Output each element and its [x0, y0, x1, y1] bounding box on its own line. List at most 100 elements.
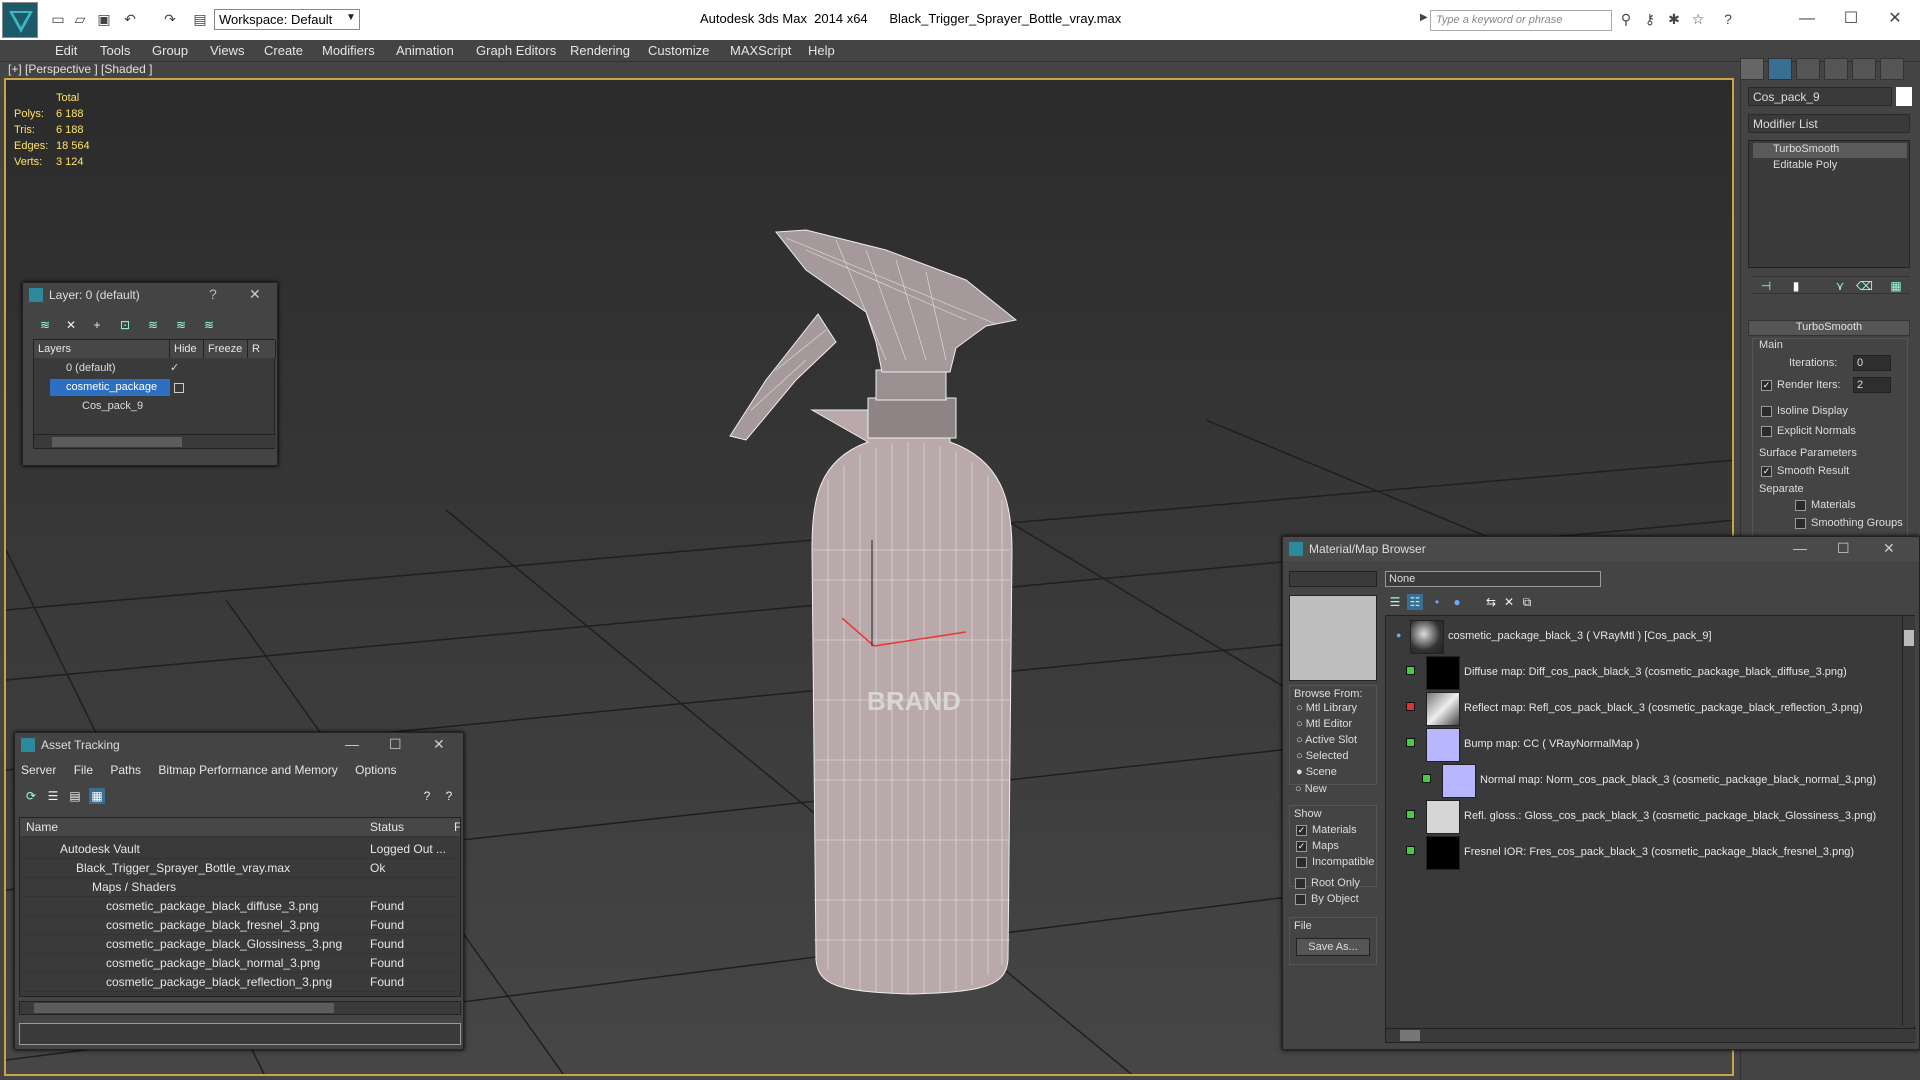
table-row[interactable]: cosmetic_package_black_diffuse_3.png Foun…	[20, 897, 460, 916]
maximize-button[interactable]: ☐	[389, 736, 402, 753]
render-iters-checkbox[interactable]: ✓ Render Iters:	[1761, 379, 1841, 391]
radio-active-slot[interactable]: ○ Active Slot	[1296, 734, 1357, 746]
list-view-icon[interactable]: ☰	[45, 788, 61, 804]
layer-row[interactable]: cosmetic_package	[34, 379, 276, 397]
show-materials-checkbox[interactable]: ✓ Materials	[1296, 824, 1357, 836]
horizontal-scrollbar[interactable]	[34, 434, 276, 448]
tree-item-map[interactable]: Reflect map: Refl_cos_pack_black_3 (cosm…	[1406, 692, 1906, 728]
new-layer-icon[interactable]: ≋	[37, 317, 53, 333]
close-button[interactable]: ✕	[1883, 540, 1895, 557]
show-incompatible-checkbox[interactable]: Incompatible	[1296, 856, 1374, 868]
minimize-button[interactable]: —	[1792, 8, 1822, 30]
col-freeze[interactable]: Freeze	[204, 340, 248, 358]
help-icon[interactable]: ?	[419, 788, 435, 804]
tree-item-map[interactable]: Fresnel IOR: Fres_cos_pack_black_3 (cosm…	[1406, 836, 1906, 872]
horizontal-scrollbar[interactable]	[1386, 1028, 1916, 1042]
thumbnail-view-icon[interactable]: ▤	[67, 788, 83, 804]
display-tab-icon[interactable]	[1852, 58, 1876, 80]
modifier-list-dropdown[interactable]: Modifier List	[1748, 114, 1910, 133]
menu-help[interactable]: Help	[808, 43, 835, 58]
menu-bitmap[interactable]: Bitmap Performance and Memory	[158, 763, 337, 777]
viewport-label[interactable]: [+] [Perspective ] [Shaded ]	[8, 62, 152, 76]
isoline-display-checkbox[interactable]: Isoline Display	[1761, 405, 1848, 417]
col-name[interactable]: Name	[26, 820, 58, 834]
table-row[interactable]: cosmetic_package_black_normal_3.png Found	[20, 954, 460, 973]
star-icon[interactable]: ☆	[1688, 10, 1708, 28]
utilities-tab-icon[interactable]	[1880, 58, 1904, 80]
horizontal-scrollbar[interactable]	[19, 1001, 461, 1015]
project-folder-icon[interactable]: ▤	[190, 10, 210, 28]
chevron-right-icon[interactable]: ▶	[1420, 12, 1428, 23]
select-in-layer-icon[interactable]: ⊡	[117, 317, 133, 333]
radio-mtl-editor[interactable]: ○ Mtl Editor	[1296, 718, 1352, 730]
material-browser-titlebar[interactable]: Material/Map Browser	[1283, 537, 1919, 561]
tree-view-icon[interactable]: ☷	[1407, 594, 1423, 610]
tree-item-material[interactable]: ● cosmetic_package_black_3 ( VRayMtl ) […	[1392, 620, 1892, 656]
highlight-layer-icon[interactable]: ≋	[145, 317, 161, 333]
tree-item-map[interactable]: Diffuse map: Diff_cos_pack_black_3 (cosm…	[1406, 656, 1906, 692]
redo-icon[interactable]: ↷	[160, 10, 180, 28]
expand-icon[interactable]: ●	[1396, 630, 1401, 640]
stack-item-editable-poly[interactable]: Editable Poly	[1753, 159, 1907, 174]
undo-icon[interactable]: ↶	[120, 10, 140, 28]
root-only-checkbox[interactable]: Root Only	[1295, 877, 1360, 889]
col-status[interactable]: Status	[370, 820, 404, 834]
menu-edit[interactable]: Edit	[55, 43, 77, 58]
asset-path-field[interactable]	[19, 1023, 461, 1045]
sphere-icon[interactable]: ●	[1449, 594, 1465, 610]
menu-rendering[interactable]: Rendering	[570, 43, 630, 58]
show-end-result-icon[interactable]: ▮	[1788, 278, 1804, 294]
key-icon[interactable]: ⚷	[1640, 10, 1660, 28]
radio-mtl-library[interactable]: ○ Mtl Library	[1296, 702, 1357, 714]
chevron-down-icon[interactable]: ▼	[346, 12, 356, 23]
menu-options[interactable]: Options	[355, 763, 396, 777]
tree-item-map[interactable]: Normal map: Norm_cos_pack_black_3 (cosme…	[1422, 764, 1912, 800]
smooth-result-checkbox[interactable]: ✓ Smooth Result	[1761, 465, 1849, 477]
menu-graph-editors[interactable]: Graph Editors	[476, 43, 556, 58]
update-icon[interactable]: ⇆	[1483, 594, 1499, 610]
table-row[interactable]: cosmetic_package_black_reflection_3.png F…	[20, 973, 460, 992]
object-color-swatch[interactable]	[1896, 87, 1912, 106]
open-file-icon[interactable]: ▱	[70, 10, 90, 28]
menu-create[interactable]: Create	[264, 43, 303, 58]
motion-tab-icon[interactable]	[1824, 58, 1848, 80]
iterations-spinner[interactable]: 0	[1853, 355, 1891, 371]
menu-views[interactable]: Views	[210, 43, 244, 58]
col-render[interactable]: R	[248, 340, 276, 358]
configure-sets-icon[interactable]: ▦	[1888, 278, 1904, 294]
separate-materials-checkbox[interactable]: Materials	[1795, 499, 1856, 511]
maximize-button[interactable]: ☐	[1836, 8, 1866, 30]
tree-item-map[interactable]: Refl. gloss.: Gloss_cos_pack_black_3 (co…	[1406, 800, 1906, 836]
refresh-icon[interactable]: ⟳	[23, 788, 39, 804]
make-unique-icon[interactable]: ⋎	[1832, 278, 1848, 294]
menu-server[interactable]: Server	[21, 763, 56, 777]
minimize-button[interactable]: —	[345, 736, 359, 752]
menu-tools[interactable]: Tools	[100, 43, 130, 58]
separate-smoothing-checkbox[interactable]: Smoothing Groups	[1795, 517, 1903, 529]
help-icon[interactable]: ?	[1718, 10, 1738, 28]
pin-stack-icon[interactable]: ⊣	[1758, 278, 1774, 294]
menu-maxscript[interactable]: MAXScript	[730, 43, 791, 58]
menu-file[interactable]: File	[74, 763, 93, 777]
create-tab-icon[interactable]	[1740, 58, 1764, 80]
hide-all-layers-icon[interactable]: ≋	[173, 317, 189, 333]
tools-icon[interactable]: ✕	[1501, 594, 1517, 610]
scrollbar-thumb[interactable]	[1400, 1030, 1420, 1041]
current-layer-box[interactable]	[174, 383, 184, 393]
menu-customize[interactable]: Customize	[648, 43, 709, 58]
maximize-button[interactable]: ☐	[1837, 540, 1850, 557]
modify-tab-icon[interactable]	[1768, 58, 1792, 80]
new-file-icon[interactable]: ▭	[48, 10, 68, 28]
layer-row[interactable]: 0 (default) ✓	[34, 360, 276, 378]
table-row[interactable]: Autodesk Vault Logged Out ...	[20, 840, 460, 859]
remove-modifier-icon[interactable]: ⌫	[1856, 278, 1873, 294]
save-file-icon[interactable]: ▣	[94, 10, 114, 28]
exchange-icon[interactable]: ✱	[1664, 10, 1684, 28]
turbosmooth-rollout-header[interactable]: TurboSmooth	[1748, 320, 1910, 336]
scrollbar-thumb[interactable]	[34, 1003, 334, 1013]
name-field[interactable]	[1289, 571, 1377, 587]
layer-window-titlebar[interactable]: Layer: 0 (default)	[23, 283, 277, 307]
menu-modifiers[interactable]: Modifiers	[322, 43, 375, 58]
filter-field[interactable]: None	[1385, 571, 1601, 587]
explicit-normals-checkbox[interactable]: Explicit Normals	[1761, 425, 1856, 437]
